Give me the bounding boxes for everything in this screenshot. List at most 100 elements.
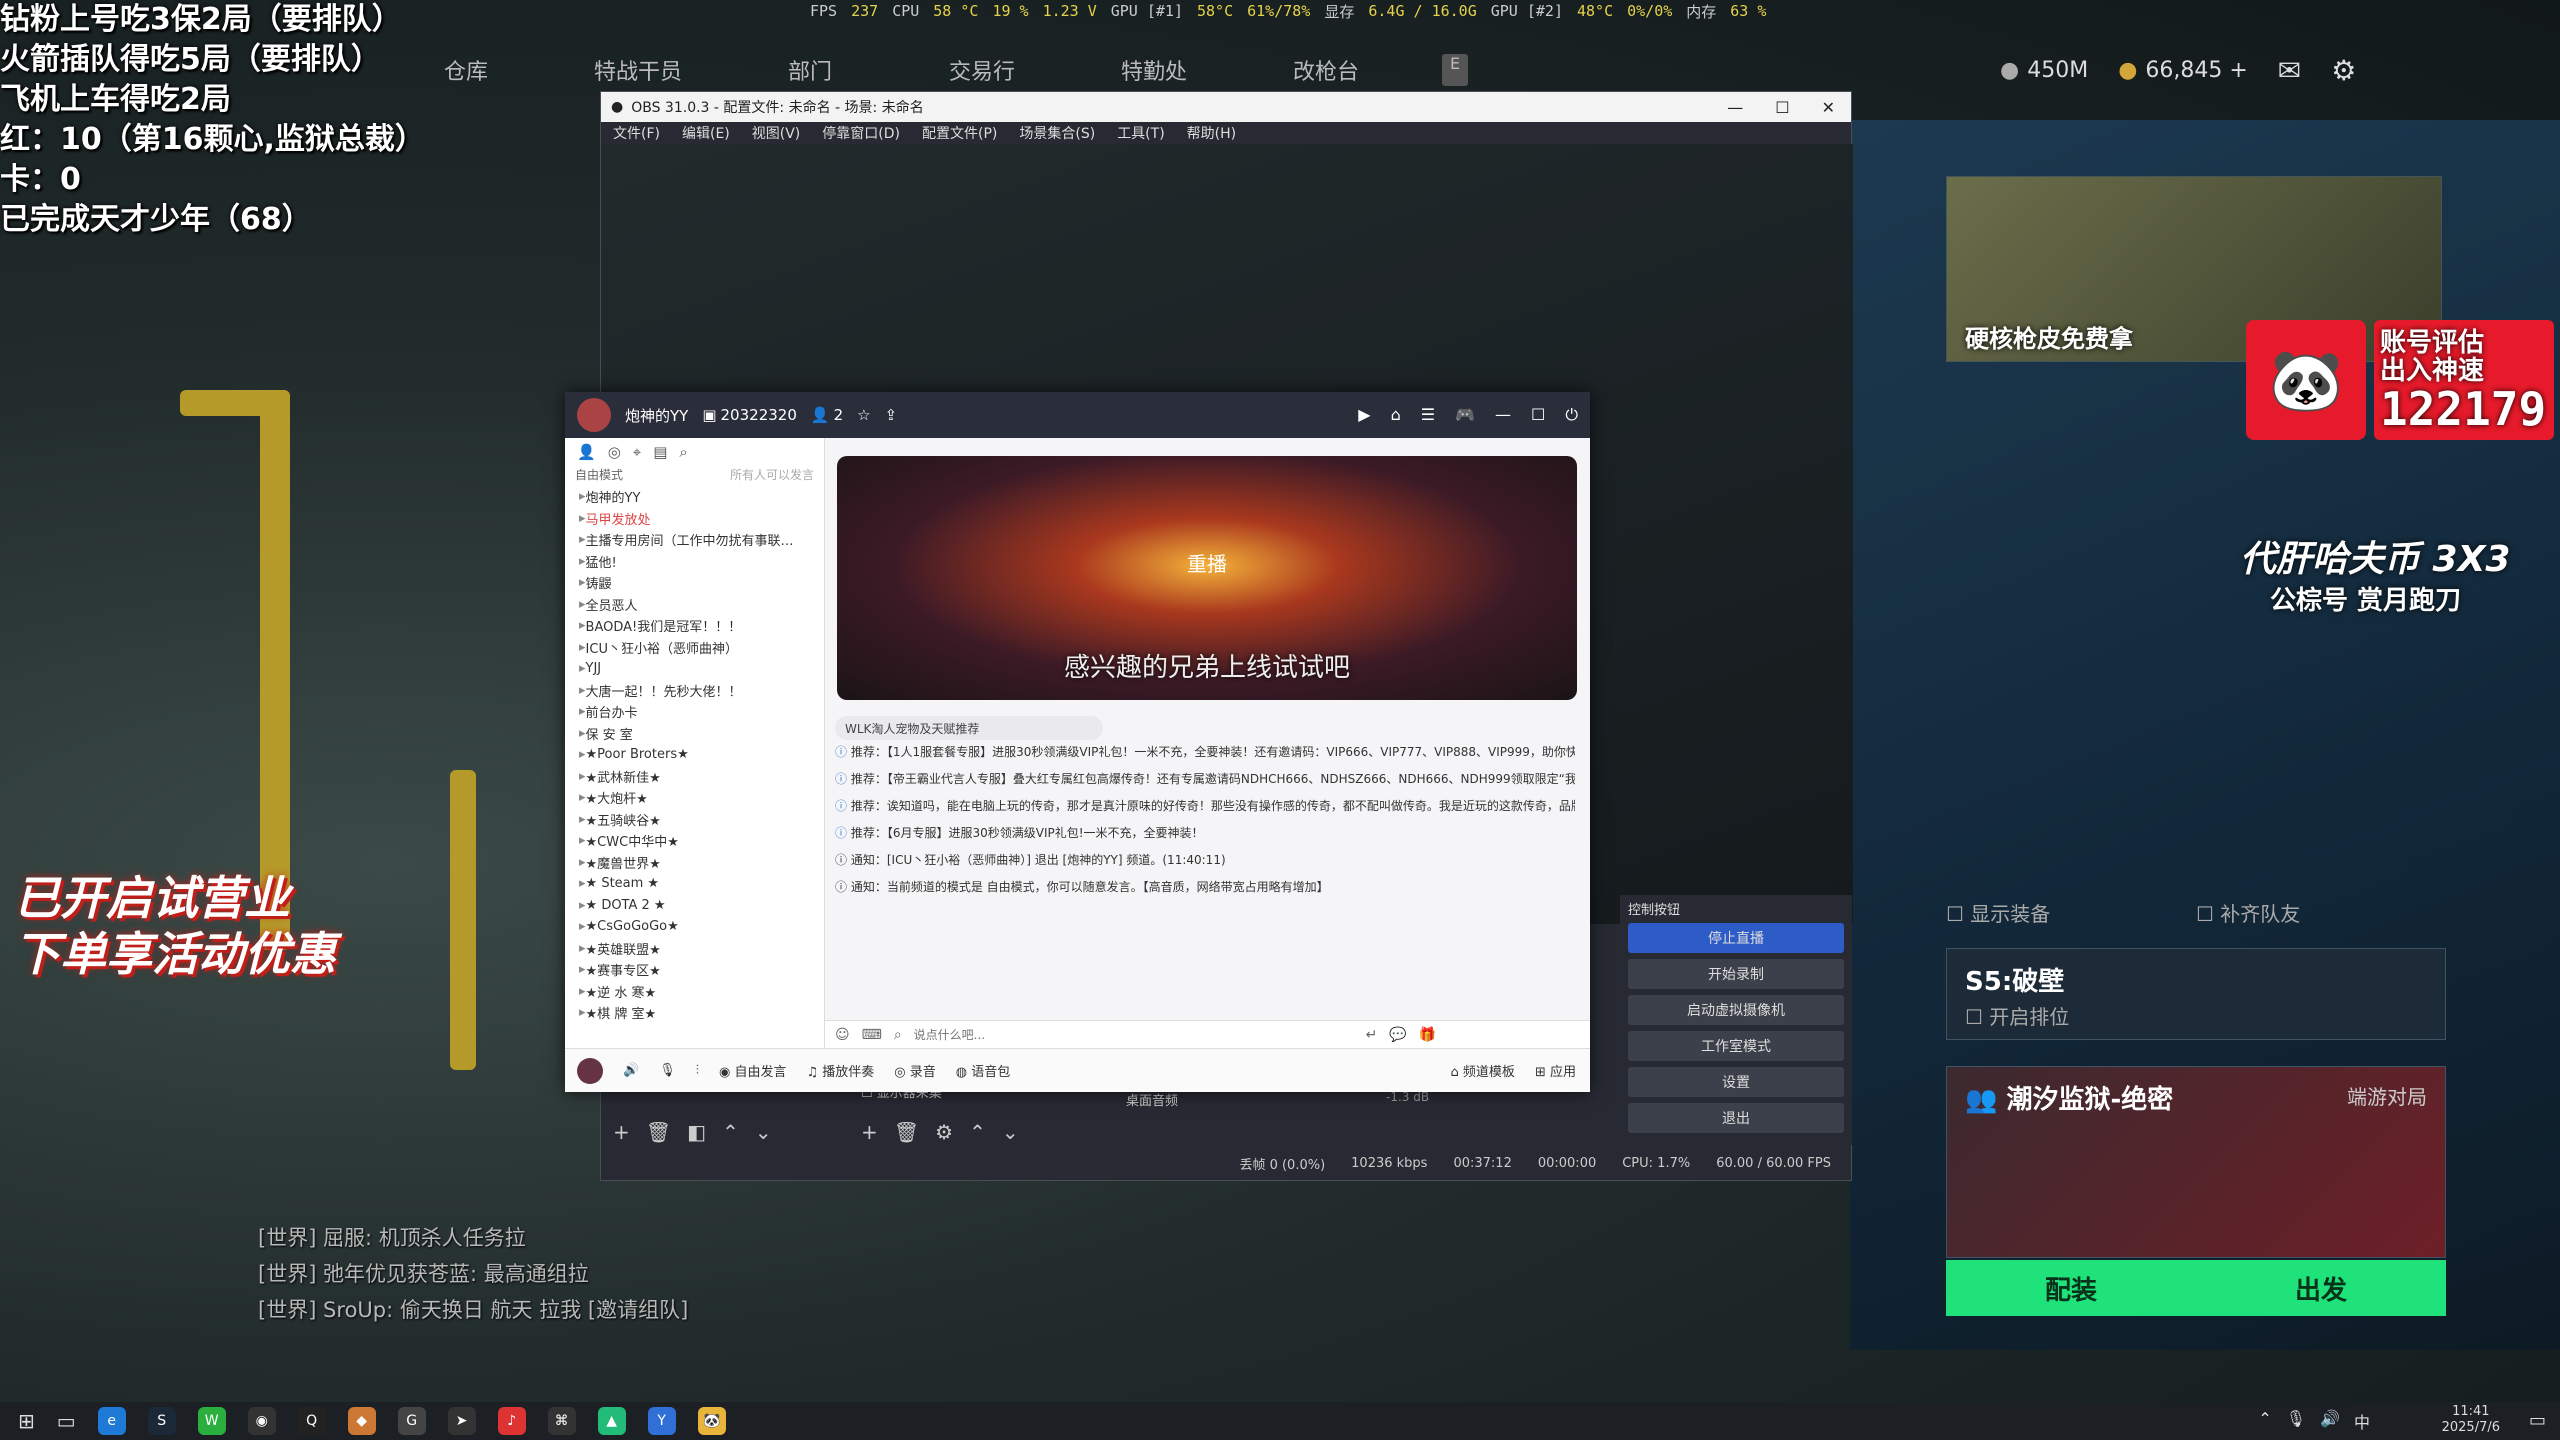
channel-tree-item[interactable]: ▸ YJJ [565,658,824,680]
bubble-icon[interactable]: 💬 [1389,1027,1406,1043]
power-icon[interactable]: ⏻ [1565,405,1578,425]
trash-icon[interactable]: 🗑 [646,1120,671,1144]
nav-market[interactable]: 交易行 [896,54,1068,86]
emoji-icon[interactable]: ☺ [835,1027,850,1043]
game-launcher-icon[interactable]: G [397,1407,426,1435]
channel-tree-item[interactable]: ▸ ★CWC中华中★ [565,830,824,852]
steam-icon[interactable]: S [147,1407,176,1435]
equip-button[interactable]: 配装 [1946,1260,2196,1316]
ime-indicator[interactable]: 中 [2354,1409,2370,1433]
free-speak-button[interactable]: ◉ 自由发言 [719,1061,787,1080]
channel-template-button[interactable]: ⌂ 频道模板 [1451,1061,1515,1080]
app-icon[interactable]: ◆ [347,1407,376,1435]
checkbox-icon[interactable]: ☐ [1946,902,1964,926]
wechat-icon[interactable]: W [197,1407,226,1435]
channel-tree-item[interactable]: ▸ ★英雄联盟★ [565,938,824,960]
mixer-icon[interactable]: ⫶ [696,1063,699,1078]
minimize-icon[interactable]: — [1727,98,1743,117]
exit-button[interactable]: 退出 [1628,1103,1844,1133]
channel-tree-item[interactable]: ▸ ★赛事专区★ [565,959,824,981]
avatar[interactable] [577,398,611,432]
checkbox-icon[interactable]: ☐ [2196,902,2214,926]
channel-tree-item[interactable]: ▸ ★武林新佳★ [565,766,824,788]
season-panel[interactable]: S5:破壁 ☐ 开启排位 [1946,948,2446,1040]
record-button[interactable]: ◎ 录音 [894,1061,936,1080]
nav-gunsmith[interactable]: 改枪台 [1240,54,1412,86]
task-view-icon[interactable]: ▭ [57,1409,76,1433]
group-icon[interactable]: ◎ [608,443,621,461]
channel-tree-item[interactable]: ▸ 前台办卡 [565,701,824,723]
panda-app-icon[interactable]: 🐼 [697,1407,726,1435]
virtual-camera-button[interactable]: 启动虚拟摄像机 [1628,995,1844,1025]
mic-icon[interactable]: 🎙 [659,1063,676,1078]
location-icon[interactable]: ⌖ [633,443,641,461]
gear-icon[interactable]: ⚙ [935,1120,953,1144]
tray-chevron-icon[interactable]: ⌃ [2258,1409,2271,1433]
menu-help[interactable]: 帮助(H) [1187,123,1236,143]
channel-tree-item[interactable]: ▸ ★五骑峡谷★ [565,809,824,831]
yy-icon[interactable]: Y [647,1407,676,1435]
maximize-icon[interactable]: ☐ [1531,405,1545,425]
channel-tree-item[interactable]: ▸ ★ Steam ★ [565,873,824,895]
channel-tree-item[interactable]: ▸ 全员恶人 [565,594,824,616]
channel-tree-item[interactable]: ▸ 大唐一起！！先秒大佬！！ [565,680,824,702]
channel-tree-item[interactable]: ▸ 主播专用房间（工作中勿扰有事联… [565,529,824,551]
menu-file[interactable]: 文件(F) [613,123,660,143]
search-icon[interactable]: ⌕ [679,443,687,461]
dev-icon[interactable]: ⌘ [547,1407,576,1435]
edge-icon[interactable]: e [97,1407,126,1435]
menu-view[interactable]: 视图(V) [752,123,801,143]
filter-icon[interactable]: ◧ [687,1120,706,1144]
apps-button[interactable]: ⊞ 应用 [1535,1061,1590,1080]
channel-tree-item[interactable]: ▸ 马甲发放处 [565,508,824,530]
up-icon[interactable]: ⌃ [969,1120,986,1144]
map-panel[interactable]: 👥 潮汐监狱-绝密 端游对局 [1946,1066,2446,1258]
chat-input[interactable] [913,1027,1354,1042]
studio-mode-button[interactable]: 工作室模式 [1628,1031,1844,1061]
checkbox-icon[interactable]: ☐ [1965,1005,1983,1029]
netease-icon[interactable]: ♪ [497,1407,526,1435]
channel-tree-item[interactable]: ▸ BAODA!我们是冠军！！！ [565,615,824,637]
nav-special-ops[interactable]: 特勤处 [1068,54,1240,86]
channel-tree-item[interactable]: ▸ ★棋 牌 室★ [565,1002,824,1024]
channel-tree-item[interactable]: ▸ ★CsGoGoGo★ [565,916,824,938]
channel-tree-item[interactable]: ▸ ★ DOTA 2 ★ [565,895,824,917]
note-icon[interactable]: ▤ [653,443,667,461]
share-icon[interactable]: ⇪ [885,406,898,424]
channel-tree-item[interactable]: ▸ ★Poor Broters★ [565,744,824,766]
windows-start-icon[interactable]: ⊞ [18,1409,35,1433]
down-icon[interactable]: ⌄ [1002,1120,1019,1144]
gamepad-icon[interactable]: ⌨ [862,1027,882,1043]
settings-button[interactable]: 设置 [1628,1067,1844,1097]
gift-icon[interactable]: 🎁 [1419,1027,1436,1043]
up-icon[interactable]: ⌃ [722,1120,739,1144]
menu-docks[interactable]: 停靠窗口(D) [822,123,900,143]
nav-department[interactable]: 部门 [724,54,896,86]
deploy-button[interactable]: 出发 [2196,1260,2446,1316]
arrow-app-icon[interactable]: ➤ [447,1407,476,1435]
home-icon[interactable]: ⌂ [1391,405,1401,425]
menu-profile[interactable]: 配置文件(P) [922,123,997,143]
mic-icon[interactable]: 🎙 [2286,1409,2306,1433]
channel-tree-item[interactable]: ▸ ICU丶狂小裕（恶师曲神） [565,637,824,659]
list-icon[interactable]: ☰ [1421,405,1435,425]
volume-icon[interactable]: 🔊 [2320,1409,2340,1433]
delta-icon[interactable]: ▲ [597,1407,626,1435]
channel-tree-item[interactable]: ▸ 炮神的YY [565,486,824,508]
start-record-button[interactable]: 开始录制 [1628,959,1844,989]
gold-value[interactable]: 66,845 + [2145,58,2247,83]
gear-icon[interactable]: ⚙ [2331,54,2356,87]
close-icon[interactable]: ✕ [1822,98,1835,117]
stop-stream-button[interactable]: 停止直播 [1628,923,1844,953]
system-clock[interactable]: 11:41 2025/7/6 [2442,1404,2500,1436]
voice-pack-button[interactable]: ◍ 语音包 [956,1061,1011,1080]
down-icon[interactable]: ⌄ [755,1120,772,1144]
channel-tree-item[interactable]: ▸ ★大炮杆★ [565,787,824,809]
menu-tools[interactable]: 工具(T) [1117,123,1164,143]
add-icon[interactable]: + [861,1120,878,1144]
avatar[interactable] [577,1057,603,1084]
send-icon[interactable]: ↵ [1366,1027,1378,1043]
channel-tree-item[interactable]: ▸ ★魔兽世界★ [565,852,824,874]
obs-icon[interactable]: ◉ [247,1407,276,1435]
video-icon[interactable]: ▶ [1358,405,1370,425]
